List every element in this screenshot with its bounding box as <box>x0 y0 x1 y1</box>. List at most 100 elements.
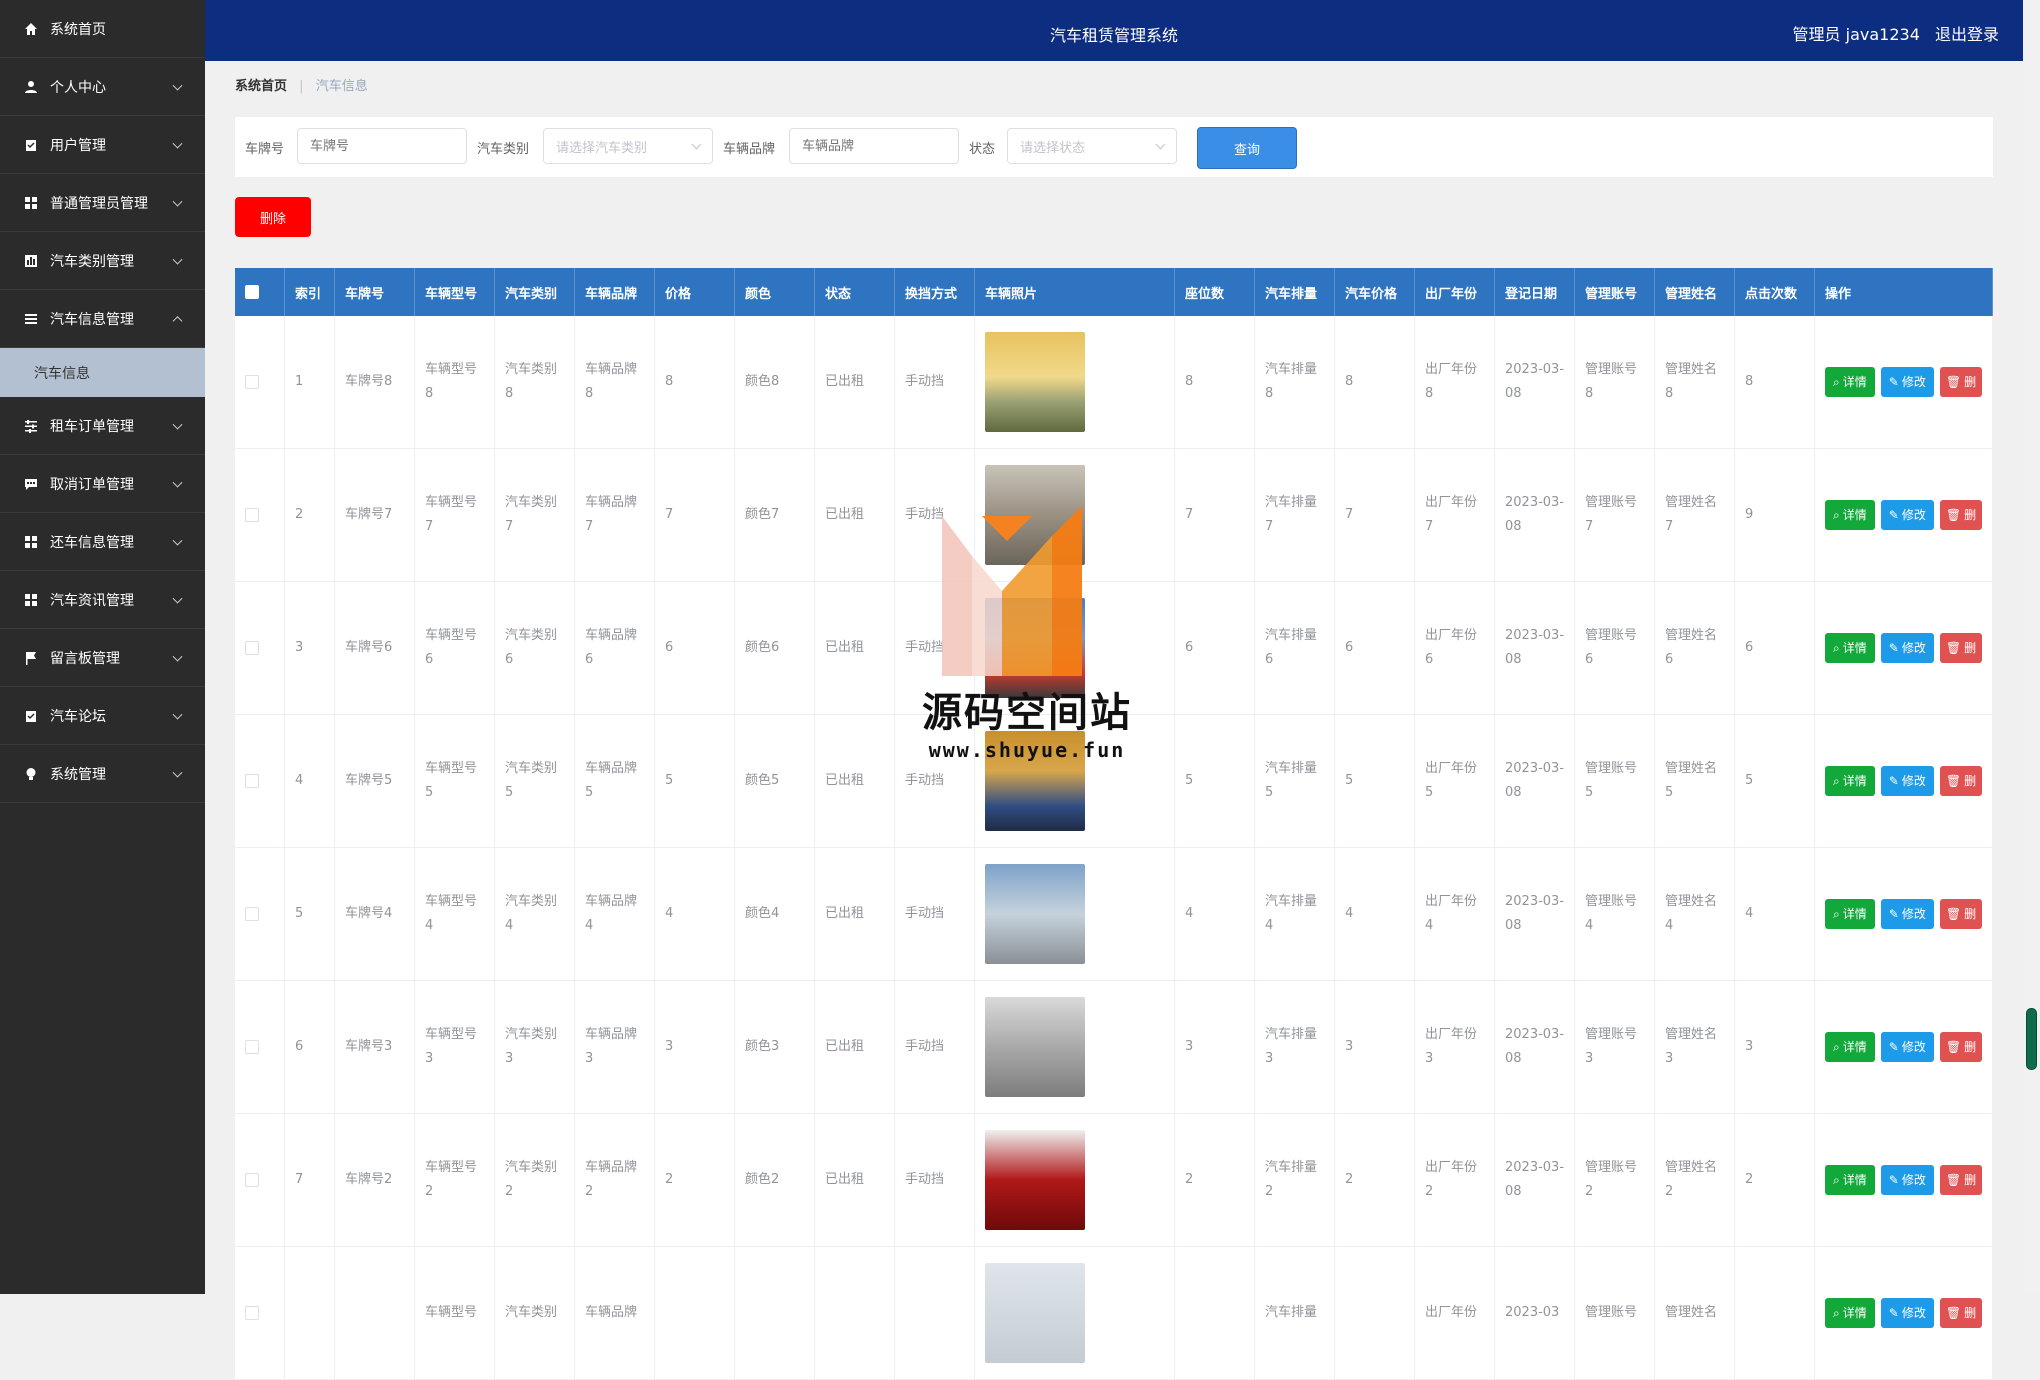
edit-button[interactable]: ✎ 修改 <box>1880 1165 1934 1195</box>
edit-button[interactable]: ✎ 修改 <box>1880 899 1934 929</box>
sidebar-item-1[interactable]: 个人中心 <box>0 58 205 116</box>
chevron-down-icon <box>691 139 702 150</box>
detail-button[interactable]: ⌕ 详情 <box>1825 633 1875 663</box>
edit-button[interactable]: ✎ 修改 <box>1880 633 1934 663</box>
detail-icon: ⌕ <box>1833 508 1840 522</box>
row-delete-button[interactable]: 🗑 删 <box>1939 367 1983 397</box>
cell-date: 2023-03-08 <box>1495 449 1575 581</box>
cell-gear: 手动挡 <box>895 1114 975 1246</box>
detail-button-label: 详情 <box>1842 508 1867 522</box>
detail-icon: ⌕ <box>1833 1040 1840 1054</box>
query-button[interactable]: 查询 <box>1197 127 1297 169</box>
user-name: 管理员 java1234 <box>1792 25 1920 44</box>
cell-index: 1 <box>285 316 335 448</box>
row-checkbox[interactable] <box>245 1040 259 1054</box>
cell-status: 已出租 <box>815 981 895 1113</box>
row-checkbox[interactable] <box>245 907 259 921</box>
detail-button[interactable]: ⌕ 详情 <box>1825 1032 1875 1062</box>
cell-name: 管理姓名3 <box>1655 981 1735 1113</box>
sidebar-item-9[interactable]: 汽车资讯管理 <box>0 571 205 629</box>
row-delete-button[interactable]: 🗑 删 <box>1939 766 1983 796</box>
select-all-checkbox[interactable] <box>245 285 259 299</box>
topbar: 汽车租赁管理系统 管理员 java1234 退出登录 <box>205 0 2023 61</box>
row-checkbox[interactable] <box>245 508 259 522</box>
plate-input[interactable] <box>297 128 467 164</box>
delete-button[interactable]: 删除 <box>235 197 311 237</box>
row-checkbox[interactable] <box>245 1306 259 1320</box>
detail-button[interactable]: ⌕ 详情 <box>1825 500 1875 530</box>
detail-button[interactable]: ⌕ 详情 <box>1825 899 1875 929</box>
edit-button-label: 修改 <box>1901 1306 1926 1320</box>
cell-name: 管理姓名 <box>1655 1247 1735 1379</box>
cell-name: 管理姓名2 <box>1655 1114 1735 1246</box>
cell-brand: 车辆品牌7 <box>575 449 655 581</box>
edit-button[interactable]: ✎ 修改 <box>1880 500 1934 530</box>
photo-cell <box>975 449 1175 581</box>
sidebar-item-5[interactable]: 汽车信息管理 <box>0 290 205 348</box>
status-select[interactable]: 请选择状态 <box>1007 128 1177 164</box>
cell-name: 管理姓名8 <box>1655 316 1735 448</box>
row-delete-button[interactable]: 🗑 删 <box>1939 1165 1983 1195</box>
cell-clicks: 5 <box>1735 715 1815 847</box>
column-header: 操作 <box>1815 268 1993 316</box>
cell-year: 出厂年份3 <box>1415 981 1495 1113</box>
row-delete-button[interactable]: 🗑 删 <box>1939 500 1983 530</box>
cell-price: 8 <box>655 316 735 448</box>
edit-button[interactable]: ✎ 修改 <box>1880 1032 1934 1062</box>
sidebar-item-4[interactable]: 汽车类别管理 <box>0 232 205 290</box>
edit-button[interactable]: ✎ 修改 <box>1880 367 1934 397</box>
sidebar-item-6[interactable]: 租车订单管理 <box>0 397 205 455</box>
logout-link[interactable]: 退出登录 <box>1935 25 1999 44</box>
breadcrumb-home[interactable]: 系统首页 <box>235 79 287 94</box>
sidebar-item-8[interactable]: 还车信息管理 <box>0 513 205 571</box>
row-delete-button[interactable]: 🗑 删 <box>1939 1298 1983 1328</box>
sidebar-item-10[interactable]: 留言板管理 <box>0 629 205 687</box>
row-checkbox[interactable] <box>245 641 259 655</box>
plate-label: 车牌号 <box>245 142 285 157</box>
cell-price: 3 <box>655 981 735 1113</box>
sidebar-item-label: 汽车信息管理 <box>50 311 134 328</box>
grid-icon <box>24 535 38 549</box>
sidebar-item-11[interactable]: 汽车论坛 <box>0 687 205 745</box>
detail-button[interactable]: ⌕ 详情 <box>1825 367 1875 397</box>
cell-brand: 车辆品牌5 <box>575 715 655 847</box>
scrollbar-thumb[interactable] <box>2026 1008 2037 1070</box>
photo-cell <box>975 715 1175 847</box>
row-delete-button[interactable]: 🗑 删 <box>1939 899 1983 929</box>
row-delete-button[interactable]: 🗑 删 <box>1939 1032 1983 1062</box>
edit-button-label: 修改 <box>1901 641 1926 655</box>
row-delete-button-label: 删 <box>1964 508 1977 522</box>
car-photo <box>985 864 1085 964</box>
row-checkbox-cell <box>235 1247 285 1379</box>
edit-button[interactable]: ✎ 修改 <box>1880 766 1934 796</box>
sidebar-item-7[interactable]: 取消订单管理 <box>0 455 205 513</box>
sidebar-item-0[interactable]: 系统首页 <box>0 0 205 58</box>
edit-icon: ✎ <box>1888 1306 1899 1320</box>
cell-displacement: 汽车排量8 <box>1255 316 1335 448</box>
edit-icon: ✎ <box>1888 508 1899 522</box>
column-header: 颜色 <box>735 268 815 316</box>
detail-button-label: 详情 <box>1842 1173 1867 1187</box>
sidebar-subitem-car-info[interactable]: 汽车信息 <box>0 348 205 397</box>
edit-button[interactable]: ✎ 修改 <box>1880 1298 1934 1328</box>
detail-button[interactable]: ⌕ 详情 <box>1825 1298 1875 1328</box>
cell-model: 车辆型号5 <box>415 715 495 847</box>
detail-button[interactable]: ⌕ 详情 <box>1825 1165 1875 1195</box>
sidebar-item-12[interactable]: 系统管理 <box>0 745 205 803</box>
row-checkbox[interactable] <box>245 1173 259 1187</box>
type-select[interactable]: 请选择汽车类别 <box>543 128 713 164</box>
sidebar-item-2[interactable]: 用户管理 <box>0 116 205 174</box>
row-delete-button[interactable]: 🗑 删 <box>1939 633 1983 663</box>
edit-icon: ✎ <box>1888 1173 1899 1187</box>
column-header: 汽车排量 <box>1255 268 1335 316</box>
column-header: 状态 <box>815 268 895 316</box>
sidebar-item-3[interactable]: 普通管理员管理 <box>0 174 205 232</box>
row-checkbox[interactable] <box>245 375 259 389</box>
brand-input[interactable] <box>789 128 959 164</box>
page-scrollbar[interactable] <box>2023 0 2040 1294</box>
detail-button[interactable]: ⌕ 详情 <box>1825 766 1875 796</box>
cell-year: 出厂年份 <box>1415 1247 1495 1379</box>
detail-button-label: 详情 <box>1842 774 1867 788</box>
row-checkbox[interactable] <box>245 774 259 788</box>
row-actions: ⌕ 详情 ✎ 修改 🗑 删 <box>1825 1032 1983 1062</box>
